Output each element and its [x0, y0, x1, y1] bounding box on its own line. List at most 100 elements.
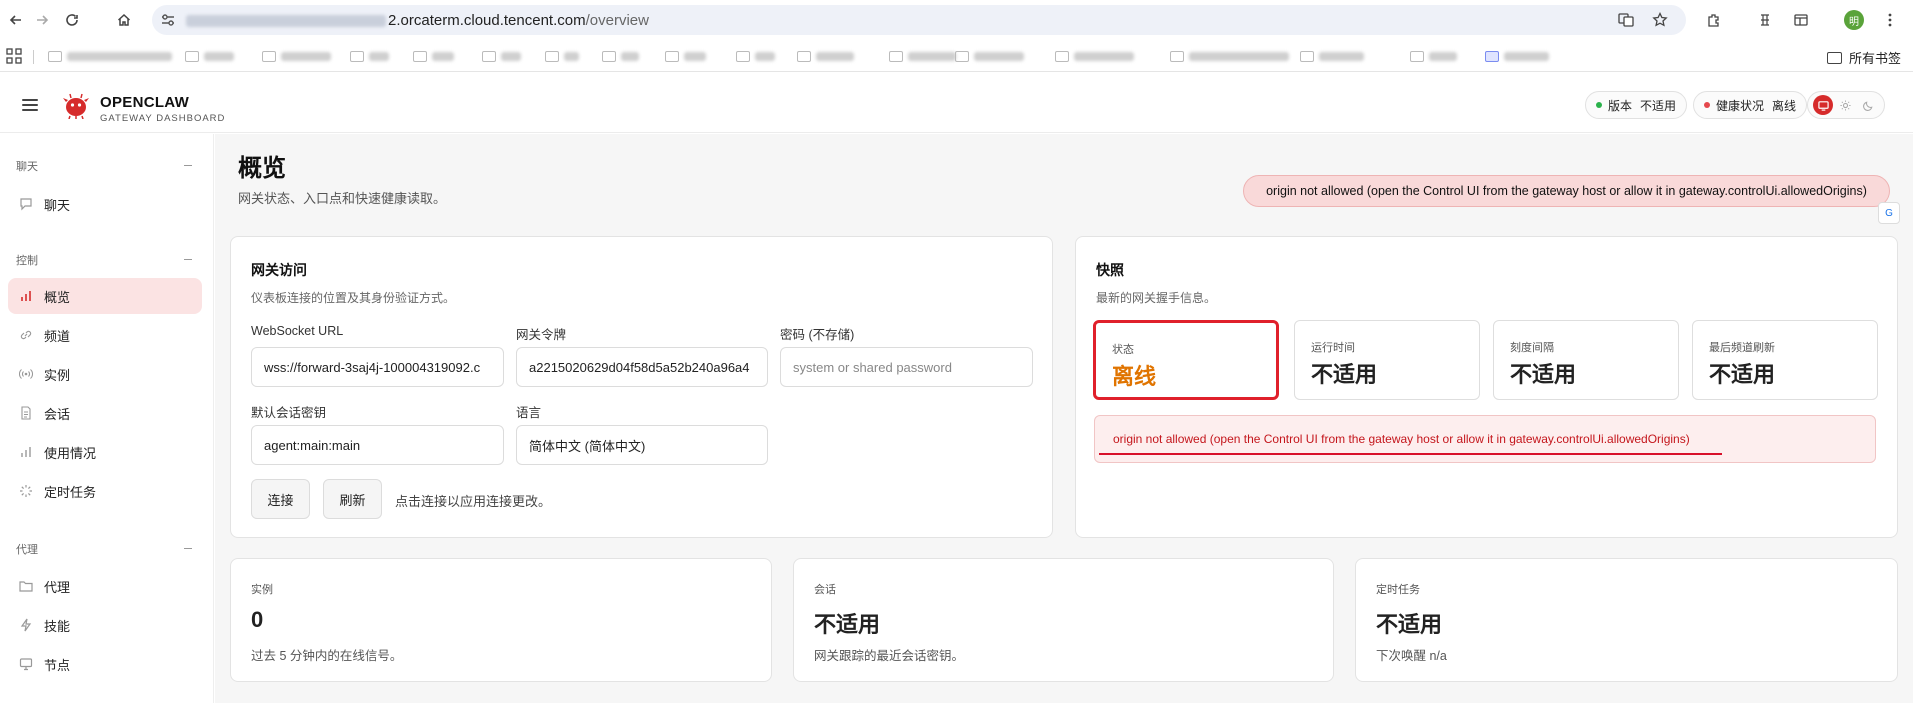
bookmarks-bar: 所有书签 — [0, 40, 1913, 72]
sun-icon[interactable] — [1836, 95, 1856, 115]
language-select[interactable]: 简体中文 (简体中文) — [516, 425, 768, 465]
brand-title: OPENCLAW — [100, 94, 190, 111]
openclaw-logo — [63, 93, 89, 119]
stat-label: 最后频道刷新 — [1709, 342, 1775, 354]
connect-button[interactable]: 连接 — [251, 479, 310, 519]
password-input[interactable] — [780, 347, 1033, 387]
sidebar-item-overview[interactable]: 概览 — [8, 278, 202, 314]
bookmark-folder[interactable] — [1055, 49, 1134, 63]
google-translate-icon[interactable]: G — [1878, 202, 1900, 224]
bookmark-folder[interactable] — [736, 49, 775, 63]
redacted-url-part — [186, 15, 386, 28]
bookmark-folder[interactable] — [889, 49, 956, 63]
monitor-theme-icon[interactable] — [1813, 95, 1834, 115]
more-menu-icon[interactable] — [1878, 8, 1902, 32]
card-note: 网关跟踪的最近会话密钥。 — [814, 649, 965, 663]
sidebar-item-label: 实例 — [44, 367, 71, 383]
sessions-card: 会话 不适用 网关跟踪的最近会话密钥。 — [793, 558, 1334, 682]
card-value: 不适用 — [1376, 612, 1443, 637]
translate-icon[interactable] — [1618, 12, 1634, 28]
stat-label: 刻度间隔 — [1510, 342, 1554, 354]
bookmark-folder[interactable] — [413, 49, 454, 63]
bookmark-folder[interactable] — [262, 49, 331, 63]
link-icon — [18, 327, 34, 343]
sidebar-item-skills[interactable]: 技能 — [8, 607, 202, 643]
version-pill: 版本 不适用 — [1585, 91, 1688, 119]
bolt-icon — [18, 617, 34, 633]
sidebar-item-label: 频道 — [44, 328, 71, 344]
bookmark-folder[interactable] — [665, 49, 706, 63]
bookmark-item[interactable] — [48, 49, 172, 63]
refresh-button[interactable]: 刷新 — [323, 479, 382, 519]
bookmark-folder[interactable] — [350, 49, 389, 63]
bar-chart-icon — [18, 288, 34, 304]
bookmarks-divider — [33, 50, 34, 64]
sidebar-item-agents[interactable]: 代理 — [8, 568, 202, 604]
side-panel-icon[interactable] — [1789, 8, 1813, 32]
hamburger-menu-icon[interactable] — [22, 99, 38, 111]
bookmark-folder[interactable] — [482, 49, 521, 63]
browser-toolbar: 2.orcaterm.cloud.tencent.com/overview 明 — [0, 0, 1913, 40]
sidebar-item-nodes[interactable]: 节点 — [8, 646, 202, 682]
gateway-access-desc: 仪表板连接的位置及其身份验证方式。 — [251, 291, 456, 305]
scheduled-tasks-card: 定时任务 不适用 下次唤醒 n/a — [1355, 558, 1898, 682]
star-icon[interactable] — [1652, 12, 1668, 28]
stat-value: 不适用 — [1311, 362, 1378, 387]
apps-grid-icon[interactable] — [6, 48, 22, 64]
sidebar-item-sessions[interactable]: 会话 — [8, 395, 202, 431]
bookmark-folder[interactable] — [1410, 49, 1457, 63]
section-title-control: 控制 — [16, 255, 38, 267]
bookmark-folder[interactable] — [1170, 49, 1289, 63]
bookmark-folder[interactable] — [545, 49, 579, 63]
bookmark-folder[interactable] — [797, 49, 854, 63]
forward-icon[interactable] — [30, 8, 54, 32]
broadcast-icon — [18, 366, 34, 382]
sidebar-item-chat[interactable]: 聊天 — [8, 186, 202, 222]
sidebar-item-scheduled-tasks[interactable]: 定时任务 — [8, 473, 202, 509]
all-bookmarks[interactable]: 所有书签 — [1827, 48, 1901, 67]
sidebar: 聊天 聊天 控制 概览 频道 实例 会话 使用情况 定时任务 代理 代理 技能 — [0, 134, 214, 703]
document-icon — [18, 405, 34, 421]
address-bar[interactable]: 2.orcaterm.cloud.tencent.com/overview — [152, 5, 1686, 35]
sidebar-item-usage[interactable]: 使用情况 — [8, 434, 202, 470]
back-icon[interactable] — [4, 8, 28, 32]
sidebar-item-channels[interactable]: 频道 — [8, 317, 202, 353]
status-dot — [1704, 102, 1710, 108]
bookmark-folder[interactable] — [602, 49, 639, 63]
gateway-token-input[interactable] — [516, 347, 768, 387]
websocket-url-input[interactable] — [251, 347, 504, 387]
home-icon[interactable] — [112, 8, 136, 32]
bookmark-folder[interactable] — [955, 49, 1024, 63]
password-label: 密码 (不存储) — [780, 328, 855, 342]
reload-icon[interactable] — [60, 8, 84, 32]
extensions-icon[interactable] — [1702, 8, 1726, 32]
collapse-icon[interactable] — [184, 548, 192, 549]
error-underline-annotation — [1099, 453, 1722, 455]
bookmark-folder[interactable] — [1300, 49, 1364, 63]
chat-icon — [18, 196, 34, 212]
collapse-icon[interactable] — [184, 259, 192, 260]
bookmark-folder[interactable] — [185, 49, 234, 63]
sidebar-item-label: 定时任务 — [44, 484, 97, 500]
page-title: 概览 — [238, 155, 286, 182]
app-header: OPENCLAW GATEWAY DASHBOARD 版本 不适用 健康状况 离… — [0, 73, 1913, 133]
card-value: 不适用 — [814, 612, 881, 637]
labs-icon[interactable] — [1753, 8, 1777, 32]
health-value: 离线 — [1772, 98, 1797, 113]
profile-avatar[interactable]: 明 — [1844, 10, 1864, 30]
url-host: 2.orcaterm.cloud.tencent.com — [388, 12, 586, 29]
stat-label: 运行时间 — [1311, 342, 1355, 354]
snapshot-error: origin not allowed (open the Control UI … — [1094, 415, 1876, 463]
session-key-input[interactable] — [251, 425, 504, 465]
sidebar-item-label: 技能 — [44, 618, 71, 634]
stat-uptime: 运行时间 不适用 — [1294, 320, 1480, 400]
sidebar-item-label: 会话 — [44, 406, 71, 422]
bookmark-item[interactable] — [1485, 49, 1549, 63]
folder-icon — [1827, 51, 1842, 64]
collapse-icon[interactable] — [184, 165, 192, 166]
sidebar-item-instances[interactable]: 实例 — [8, 356, 202, 392]
stat-last-channel-refresh: 最后频道刷新 不适用 — [1692, 320, 1878, 400]
moon-icon[interactable] — [1859, 95, 1879, 115]
stat-tick-interval: 刻度间隔 不适用 — [1493, 320, 1679, 400]
site-settings-icon[interactable] — [160, 12, 176, 28]
